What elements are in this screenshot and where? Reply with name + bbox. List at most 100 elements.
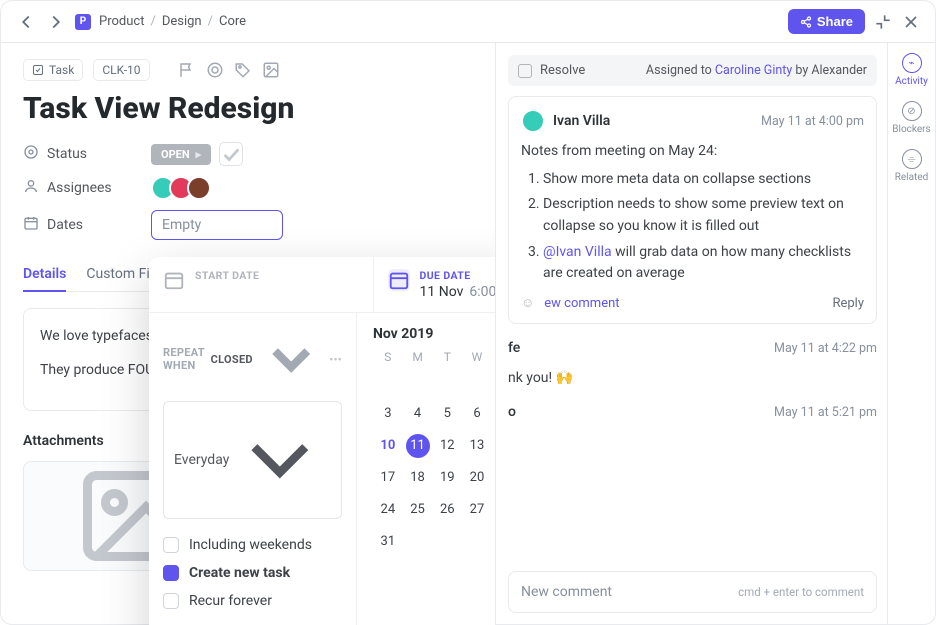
workspace-icon: P <box>75 14 91 30</box>
opt-create-new-task[interactable]: Create new task <box>163 559 342 587</box>
calendar-day <box>432 370 462 394</box>
reply-button[interactable]: Reply <box>832 296 864 311</box>
close-icon[interactable] <box>901 12 921 32</box>
collapse-icon[interactable] <box>873 12 893 32</box>
calendar-day <box>462 370 492 394</box>
tab-details[interactable]: Details <box>23 258 66 292</box>
activity-panel: Resolve Assigned to Caroline Ginty by Al… <box>495 43 887 625</box>
comment[interactable]: o May 11 at 5:21 pm <box>508 400 877 424</box>
resolve-checkbox[interactable] <box>518 64 532 78</box>
share-button[interactable]: Share <box>788 9 865 34</box>
calendar-day[interactable]: 5 <box>432 402 462 426</box>
tab-custom-fields[interactable]: Custom Fie <box>86 258 157 291</box>
status-badge[interactable]: OPEN▸ <box>151 144 211 165</box>
calendar-day[interactable]: 7 <box>492 402 495 426</box>
calendar-day <box>432 530 462 554</box>
repeat-frequency-select[interactable]: Everyday <box>163 401 342 519</box>
calendar-day <box>492 530 495 554</box>
mention[interactable]: @Ivan Villa <box>543 244 612 260</box>
opt-recur-forever[interactable]: Recur forever <box>163 587 342 615</box>
opt-including-weekends[interactable]: Including weekends <box>163 531 342 559</box>
calendar-icon <box>388 269 410 291</box>
comment-body: nk you! 🙌 <box>508 370 877 400</box>
repeat-heading[interactable]: REPEAT WHEN CLOSED ••• <box>163 327 342 391</box>
page-title[interactable]: Task View Redesign <box>23 91 473 126</box>
crumb-1[interactable]: Product <box>99 14 144 29</box>
dates-input[interactable]: Empty <box>151 210 283 240</box>
tag-icon[interactable] <box>234 61 252 79</box>
calendar-day[interactable]: 6 <box>462 402 492 426</box>
nav-back[interactable] <box>15 11 37 33</box>
calendar-day[interactable]: 27 <box>462 498 492 522</box>
assignee-link[interactable]: Caroline Ginty <box>715 63 792 78</box>
calendar-day[interactable]: 11 <box>406 434 430 458</box>
composer-hint: cmd + enter to comment <box>738 585 864 599</box>
comment-time: May 11 at 4:22 pm <box>774 341 877 356</box>
flag-icon[interactable] <box>178 61 196 79</box>
complete-checkbox[interactable] <box>219 142 243 166</box>
due-date-section[interactable]: DUE DATE 11 Nov6:00 pm✕ <box>373 257 496 312</box>
dates-label: Dates <box>23 215 151 235</box>
comment-composer[interactable]: New comment cmd + enter to comment <box>508 571 877 613</box>
calendar-days: 1234567891011121314151617181920212223242… <box>373 370 495 554</box>
list-item: @Ivan Villa will grab data on how many c… <box>543 242 864 285</box>
calendar-day[interactable]: 13 <box>462 434 492 458</box>
comment-author[interactable]: Ivan Villa <box>553 113 610 129</box>
avatar <box>521 109 545 133</box>
calendar-day <box>403 530 433 554</box>
image-icon[interactable] <box>262 61 280 79</box>
rail-related[interactable]: ⌯Related <box>895 149 929 183</box>
nav-forward[interactable] <box>45 11 67 33</box>
sprint-icon[interactable] <box>206 61 224 79</box>
task-meta: Task CLK-10 <box>23 59 473 81</box>
rail-blockers[interactable]: ⊘Blockers <box>892 101 930 135</box>
avatar[interactable] <box>187 176 211 200</box>
calendar-day[interactable]: 17 <box>373 466 403 490</box>
calendar-day[interactable]: 26 <box>432 498 462 522</box>
topbar: P Product/ Design/ Core Share <box>1 1 935 43</box>
comment: Ivan Villa May 11 at 4:00 pm Notes from … <box>508 96 877 324</box>
calendar-day <box>373 370 403 394</box>
comment-time: May 11 at 4:00 pm <box>761 114 864 129</box>
comment-body: Notes from meeting on May 24: Show more … <box>521 141 864 285</box>
comment-author: o <box>508 404 516 420</box>
calendar-day[interactable]: 25 <box>403 498 433 522</box>
due-date-label: DUE DATE <box>420 269 496 282</box>
calendar-day[interactable]: 24 <box>373 498 403 522</box>
due-date-value: 11 Nov6:00 pm✕ <box>420 284 496 300</box>
calendar-day[interactable]: 18 <box>403 466 433 490</box>
calendar-dow: SMTWTFS <box>373 350 495 364</box>
calendar-day <box>492 370 495 394</box>
comment-time: May 11 at 5:21 pm <box>774 405 877 420</box>
more-icon[interactable]: ••• <box>329 353 342 366</box>
comment-author: fe <box>508 340 520 356</box>
calendar-day <box>462 530 492 554</box>
calendar-day[interactable]: 3 <box>373 402 403 426</box>
right-rail: ⌁Activity ⊘Blockers ⌯Related <box>887 43 935 625</box>
main-panel: Task CLK-10 Task View Redesign Status OP… <box>1 43 495 625</box>
list-item: Show more meta data on collapse sections <box>543 169 864 191</box>
comment[interactable]: fe May 11 at 4:22 pm <box>508 336 877 360</box>
crumb-2[interactable]: Design <box>162 14 202 29</box>
new-comment-link[interactable]: ew comment <box>544 296 619 311</box>
calendar-day[interactable]: 4 <box>403 402 433 426</box>
calendar-day[interactable]: 12 <box>432 434 462 458</box>
start-date-section[interactable]: START DATE <box>149 257 373 312</box>
status-label: Status <box>23 144 151 164</box>
calendar-day[interactable]: 31 <box>373 530 403 554</box>
calendar-day[interactable]: 21 <box>492 466 495 490</box>
rail-activity[interactable]: ⌁Activity <box>895 53 928 87</box>
calendar-day[interactable]: 20 <box>462 466 492 490</box>
assignee-avatars[interactable] <box>151 176 211 200</box>
task-id-pill[interactable]: CLK-10 <box>93 59 149 81</box>
calendar: Nov 2019 ‹ ○ › SMTWTFS 12345678910111213… <box>357 313 495 625</box>
calendar-day[interactable]: 19 <box>432 466 462 490</box>
breadcrumb[interactable]: Product/ Design/ Core <box>99 14 246 29</box>
list-item: Description needs to show some preview t… <box>543 194 864 237</box>
emoji-icon[interactable]: ☺ <box>521 295 534 311</box>
calendar-day[interactable]: 14 <box>492 434 495 458</box>
crumb-3[interactable]: Core <box>219 14 246 29</box>
task-pill[interactable]: Task <box>23 59 83 81</box>
calendar-day[interactable]: 28 <box>492 498 495 522</box>
calendar-day[interactable]: 10 <box>373 434 403 458</box>
